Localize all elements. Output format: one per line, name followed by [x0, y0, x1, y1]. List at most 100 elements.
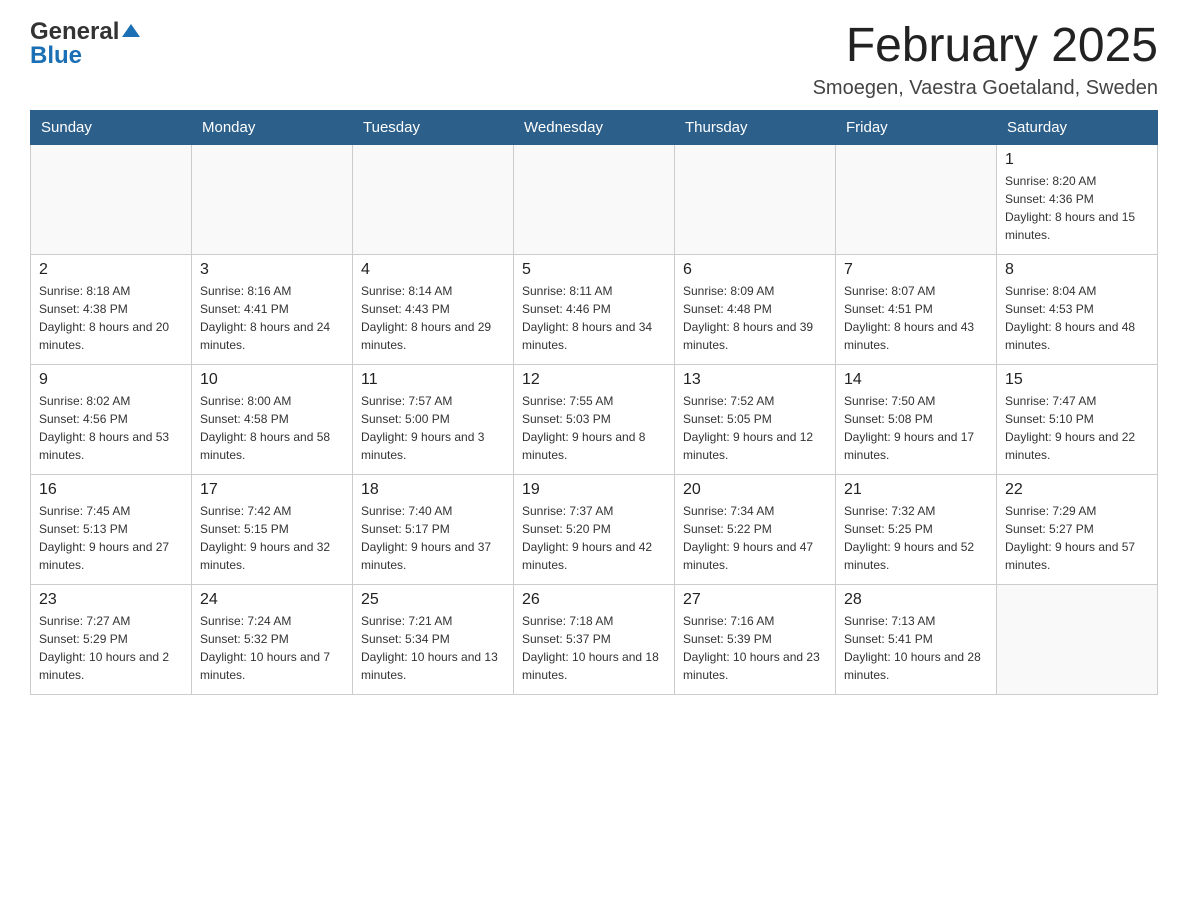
day-number: 15 [1005, 371, 1149, 389]
day-info: Sunrise: 8:14 AMSunset: 4:43 PMDaylight:… [361, 282, 505, 354]
day-info: Sunrise: 7:16 AMSunset: 5:39 PMDaylight:… [683, 612, 827, 684]
page-header: General Blue February 2025 Smoegen, Vaes… [30, 20, 1158, 100]
day-number: 25 [361, 591, 505, 609]
day-number: 27 [683, 591, 827, 609]
table-row [31, 144, 192, 254]
table-row: 6 Sunrise: 8:09 AMSunset: 4:48 PMDaylight… [675, 254, 836, 364]
calendar-week-row: 1 Sunrise: 8:20 AMSunset: 4:36 PMDaylight… [31, 144, 1158, 254]
day-info: Sunrise: 7:29 AMSunset: 5:27 PMDaylight:… [1005, 502, 1149, 574]
day-number: 23 [39, 591, 183, 609]
table-row: 20 Sunrise: 7:34 AMSunset: 5:22 PMDayligh… [675, 474, 836, 584]
table-row [353, 144, 514, 254]
day-info: Sunrise: 7:27 AMSunset: 5:29 PMDaylight:… [39, 612, 183, 684]
day-info: Sunrise: 7:13 AMSunset: 5:41 PMDaylight:… [844, 612, 988, 684]
table-row: 9Sunrise: 8:02 AMSunset: 4:56 PMDaylight… [31, 364, 192, 474]
header-saturday: Saturday [997, 110, 1158, 144]
day-info: Sunrise: 7:18 AMSunset: 5:37 PMDaylight:… [522, 612, 666, 684]
day-number: 17 [200, 481, 344, 499]
day-number: 1 [1005, 151, 1149, 169]
day-info: Sunrise: 8:02 AMSunset: 4:56 PMDaylight:… [39, 392, 183, 464]
logo: General Blue [30, 20, 140, 68]
table-row: 8Sunrise: 8:04 AMSunset: 4:53 PMDaylight… [997, 254, 1158, 364]
day-number: 22 [1005, 481, 1149, 499]
day-info: Sunrise: 8:11 AMSunset: 4:46 PMDaylight:… [522, 282, 666, 354]
table-row: 22 Sunrise: 7:29 AMSunset: 5:27 PMDayligh… [997, 474, 1158, 584]
day-number: 28 [844, 591, 988, 609]
day-info: Sunrise: 7:52 AMSunset: 5:05 PMDaylight:… [683, 392, 827, 464]
day-info: Sunrise: 7:24 AMSunset: 5:32 PMDaylight:… [200, 612, 344, 684]
day-number: 16 [39, 481, 183, 499]
table-row [997, 584, 1158, 694]
table-row: 27 Sunrise: 7:16 AMSunset: 5:39 PMDayligh… [675, 584, 836, 694]
day-info: Sunrise: 7:42 AMSunset: 5:15 PMDaylight:… [200, 502, 344, 574]
header-wednesday: Wednesday [514, 110, 675, 144]
title-block: February 2025 Smoegen, Vaestra Goetaland… [813, 20, 1158, 100]
table-row: 13 Sunrise: 7:52 AMSunset: 5:05 PMDayligh… [675, 364, 836, 474]
day-number: 19 [522, 481, 666, 499]
day-number: 11 [361, 371, 505, 389]
table-row: 23 Sunrise: 7:27 AMSunset: 5:29 PMDayligh… [31, 584, 192, 694]
day-info: Sunrise: 8:04 AMSunset: 4:53 PMDaylight:… [1005, 282, 1149, 354]
day-number: 4 [361, 261, 505, 279]
day-info: Sunrise: 8:09 AMSunset: 4:48 PMDaylight:… [683, 282, 827, 354]
month-title: February 2025 [813, 20, 1158, 73]
calendar-week-row: 2 Sunrise: 8:18 AMSunset: 4:38 PMDaylight… [31, 254, 1158, 364]
table-row [675, 144, 836, 254]
table-row: 26 Sunrise: 7:18 AMSunset: 5:37 PMDayligh… [514, 584, 675, 694]
day-number: 18 [361, 481, 505, 499]
day-info: Sunrise: 7:57 AMSunset: 5:00 PMDaylight:… [361, 392, 505, 464]
day-number: 21 [844, 481, 988, 499]
calendar-week-row: 9Sunrise: 8:02 AMSunset: 4:56 PMDaylight… [31, 364, 1158, 474]
table-row: 24 Sunrise: 7:24 AMSunset: 5:32 PMDayligh… [192, 584, 353, 694]
day-number: 7 [844, 261, 988, 279]
logo-blue: Blue [30, 44, 82, 68]
table-row: 3 Sunrise: 8:16 AMSunset: 4:41 PMDaylight… [192, 254, 353, 364]
calendar-table: Sunday Monday Tuesday Wednesday Thursday… [30, 110, 1158, 695]
day-number: 20 [683, 481, 827, 499]
table-row [514, 144, 675, 254]
header-monday: Monday [192, 110, 353, 144]
day-info: Sunrise: 7:34 AMSunset: 5:22 PMDaylight:… [683, 502, 827, 574]
day-info: Sunrise: 7:45 AMSunset: 5:13 PMDaylight:… [39, 502, 183, 574]
table-row: 28 Sunrise: 7:13 AMSunset: 5:41 PMDayligh… [836, 584, 997, 694]
calendar-week-row: 16 Sunrise: 7:45 AMSunset: 5:13 PMDayligh… [31, 474, 1158, 584]
table-row: 5 Sunrise: 8:11 AMSunset: 4:46 PMDaylight… [514, 254, 675, 364]
day-info: Sunrise: 8:18 AMSunset: 4:38 PMDaylight:… [39, 282, 183, 354]
day-number: 24 [200, 591, 344, 609]
location-title: Smoegen, Vaestra Goetaland, Sweden [813, 77, 1158, 100]
header-friday: Friday [836, 110, 997, 144]
day-info: Sunrise: 8:00 AMSunset: 4:58 PMDaylight:… [200, 392, 344, 464]
day-number: 14 [844, 371, 988, 389]
day-info: Sunrise: 7:47 AMSunset: 5:10 PMDaylight:… [1005, 392, 1149, 464]
day-number: 5 [522, 261, 666, 279]
day-info: Sunrise: 7:40 AMSunset: 5:17 PMDaylight:… [361, 502, 505, 574]
table-row: 4 Sunrise: 8:14 AMSunset: 4:43 PMDaylight… [353, 254, 514, 364]
calendar-week-row: 23 Sunrise: 7:27 AMSunset: 5:29 PMDayligh… [31, 584, 1158, 694]
day-info: Sunrise: 8:20 AMSunset: 4:36 PMDaylight:… [1005, 172, 1149, 244]
table-row: 18 Sunrise: 7:40 AMSunset: 5:17 PMDayligh… [353, 474, 514, 584]
table-row: 10 Sunrise: 8:00 AMSunset: 4:58 PMDayligh… [192, 364, 353, 474]
day-info: Sunrise: 7:32 AMSunset: 5:25 PMDaylight:… [844, 502, 988, 574]
header-sunday: Sunday [31, 110, 192, 144]
header-thursday: Thursday [675, 110, 836, 144]
table-row: 25 Sunrise: 7:21 AMSunset: 5:34 PMDayligh… [353, 584, 514, 694]
table-row: 11 Sunrise: 7:57 AMSunset: 5:00 PMDayligh… [353, 364, 514, 474]
day-info: Sunrise: 7:21 AMSunset: 5:34 PMDaylight:… [361, 612, 505, 684]
table-row: 12Sunrise: 7:55 AMSunset: 5:03 PMDayligh… [514, 364, 675, 474]
day-number: 10 [200, 371, 344, 389]
day-info: Sunrise: 7:37 AMSunset: 5:20 PMDaylight:… [522, 502, 666, 574]
day-number: 6 [683, 261, 827, 279]
table-row: 2 Sunrise: 8:18 AMSunset: 4:38 PMDaylight… [31, 254, 192, 364]
day-number: 26 [522, 591, 666, 609]
day-number: 2 [39, 261, 183, 279]
table-row: 15 Sunrise: 7:47 AMSunset: 5:10 PMDayligh… [997, 364, 1158, 474]
day-info: Sunrise: 8:16 AMSunset: 4:41 PMDaylight:… [200, 282, 344, 354]
day-number: 3 [200, 261, 344, 279]
table-row: 19 Sunrise: 7:37 AMSunset: 5:20 PMDayligh… [514, 474, 675, 584]
table-row: 14Sunrise: 7:50 AMSunset: 5:08 PMDayligh… [836, 364, 997, 474]
header-tuesday: Tuesday [353, 110, 514, 144]
logo-general: General [30, 20, 140, 44]
table-row: 16 Sunrise: 7:45 AMSunset: 5:13 PMDayligh… [31, 474, 192, 584]
day-number: 13 [683, 371, 827, 389]
table-row: 17 Sunrise: 7:42 AMSunset: 5:15 PMDayligh… [192, 474, 353, 584]
